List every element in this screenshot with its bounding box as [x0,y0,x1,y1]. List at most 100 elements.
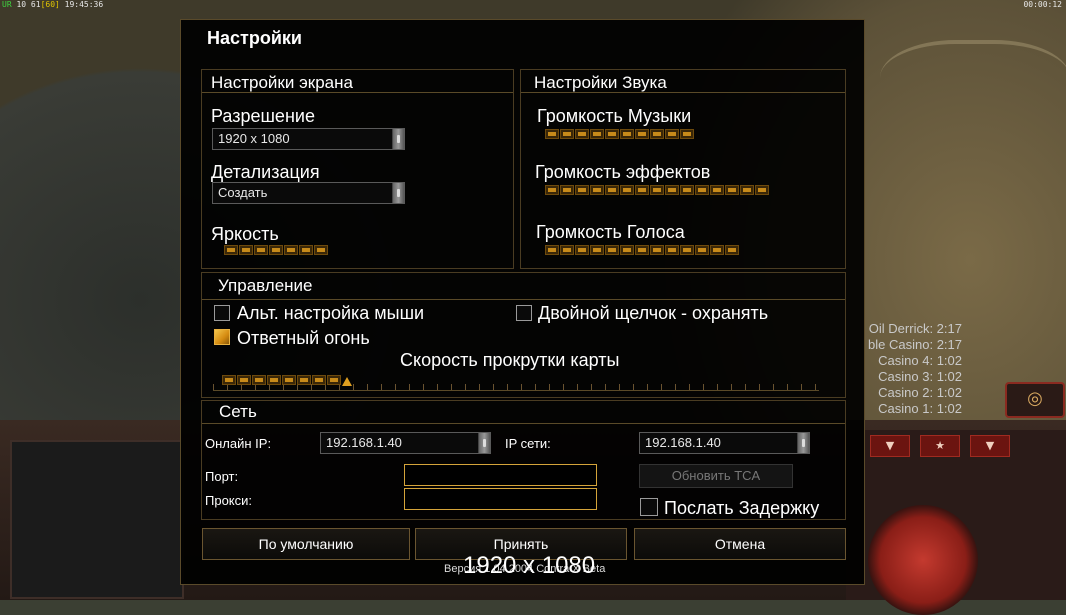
alt-mouse-checkbox[interactable] [214,305,230,321]
chevron-down-icon[interactable]: ▼ [870,435,910,457]
voice-volume-slider[interactable] [545,245,739,257]
slider-segment [267,375,281,385]
slider-segment [314,245,328,255]
detail-select[interactable]: Создать [212,182,405,204]
slider-segment [590,129,604,139]
slider-segment [650,129,664,139]
effects-volume-label: Громкость эффектов [535,162,711,182]
slider-segment [710,185,724,195]
slider-segment [327,375,341,385]
slider-segment [590,185,604,195]
timer-line: Casino 1: 1:02 [878,401,962,416]
control-title: Управление [218,276,313,295]
slider-segment [282,375,296,385]
scroll-arrow-icon[interactable] [797,433,809,453]
game-timer: 00:00:12 [1023,0,1062,9]
network-title: Сеть [219,402,257,421]
detail-label: Детализация [211,162,320,182]
double-click-guard-checkbox[interactable] [516,305,532,321]
slider-segment [650,245,664,255]
update-tca-button[interactable]: Обновить TCA [639,464,793,488]
timer-line: Casino 2: 1:02 [878,385,962,400]
slider-segment [605,245,619,255]
slider-segment [620,245,634,255]
slider-segment [725,245,739,255]
resolution-select[interactable]: 1920 x 1080 [212,128,405,150]
dialog-title: Настройки [207,28,302,48]
slider-segment [740,185,754,195]
effects-volume-slider[interactable] [545,185,769,197]
status-mid: 10 61 [16,0,41,9]
slider-segment [299,245,313,255]
resolution-overlay: 1920 x 1080 [463,552,596,579]
scroll-arrow-icon[interactable] [392,129,404,149]
slider-segment [665,185,679,195]
scroll-speed-label: Скорость прокрутки карты [400,350,620,370]
slider-segment [560,245,574,255]
slider-segment [545,245,559,255]
slider-segment [620,185,634,195]
group-header [202,401,845,424]
send-delay-label: Послать Задержку [664,498,820,518]
slider-segment [560,129,574,139]
slider-segment [297,375,311,385]
timer-line: Casino 4: 1:02 [878,353,962,368]
chevron-down-icon[interactable]: ▼ [970,435,1010,457]
music-volume-label: Громкость Музыки [537,106,692,126]
star-icon[interactable]: ★ [920,435,960,457]
music-volume-slider[interactable] [545,129,694,141]
slider-segment [605,185,619,195]
double-click-guard-label: Двойной щелчок - охранять [538,303,769,323]
slider-segment [635,185,649,195]
slider-segment [665,245,679,255]
slider-segment [590,245,604,255]
voice-volume-label: Громкость Голоса [536,222,685,242]
proxy-field[interactable] [404,488,597,510]
slider-segment [665,129,679,139]
slider-segment [237,375,251,385]
resolution-label: Разрешение [211,106,315,126]
alt-mouse-label: Альт. настройка мыши [237,303,425,323]
return-fire-label: Ответный огонь [237,328,370,348]
slider-segment [605,129,619,139]
return-fire-checkbox[interactable] [214,329,230,345]
slider-segment [680,185,694,195]
screen-settings-title: Настройки экрана [211,73,353,92]
slider-segment [695,245,709,255]
lan-ip-select[interactable]: 192.168.1.40 [639,432,810,454]
default-button[interactable]: По умолчанию [202,528,410,560]
slider-segment [312,375,326,385]
slider-segment [252,375,266,385]
slider-segment [635,245,649,255]
port-field[interactable] [404,464,597,486]
slider-segment [284,245,298,255]
cancel-button[interactable]: Отмена [634,528,846,560]
online-ip-value: 192.168.1.40 [326,435,402,450]
scroll-speed-thumb[interactable] [342,377,352,386]
status-fps: [60] [40,0,60,9]
slider-segment [710,245,724,255]
slider-segment [545,129,559,139]
scroll-arrow-icon[interactable] [478,433,490,453]
brightness-label: Яркость [211,224,279,244]
slider-segment [239,245,253,255]
slider-segment [650,185,664,195]
crosshair-icon[interactable]: ◎ [1005,382,1065,418]
status-prefix: UR [2,0,12,9]
online-ip-label: Онлайн IP: [205,436,272,451]
scroll-speed-fill [222,375,341,385]
slider-segment [695,185,709,195]
timer-line: Oil Derrick: 2:17 [868,321,962,336]
port-label: Порт: [205,469,239,484]
slider-segment [635,129,649,139]
brightness-slider[interactable] [224,245,328,257]
scroll-arrow-icon[interactable] [392,183,404,203]
slider-segment [560,185,574,195]
faction-emblem [868,505,978,615]
slider-segment [725,185,739,195]
online-ip-select[interactable]: 192.168.1.40 [320,432,491,454]
slider-segment [575,129,589,139]
slider-segment [575,185,589,195]
send-delay-checkbox[interactable] [640,498,658,516]
slider-segment [222,375,236,385]
